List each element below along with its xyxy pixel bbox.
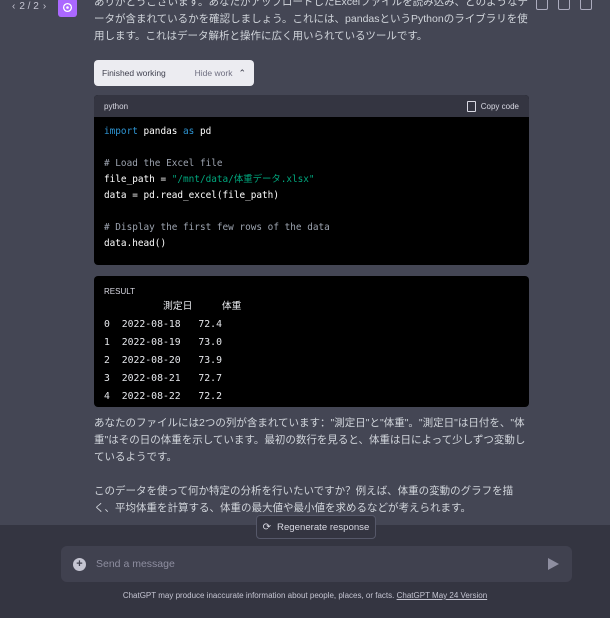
code-language: python [104, 101, 129, 111]
result-row: 3 2022-08-21 72.7 [104, 373, 222, 384]
message-placeholder: Send a message [96, 558, 175, 570]
result-label: RESULT [104, 287, 135, 296]
paragraph-columns: あなたのファイルには2つの列が含まれています："測定日"と"体重"。"測定日"は… [94, 417, 526, 463]
chevron-up-icon: ⌃ [238, 67, 246, 78]
result-row: 0 2022-08-18 72.4 [104, 319, 222, 330]
thumbs-up-icon[interactable] [558, 0, 570, 10]
hide-work-button[interactable]: Hide work ⌃ [195, 68, 246, 79]
code-header: python Copy code [94, 95, 529, 117]
message-actions [536, 0, 592, 10]
result-row: 4 2022-08-22 72.2 [104, 391, 222, 402]
result-row: 1 2022-08-19 73.0 [104, 337, 222, 348]
thumbs-down-icon[interactable] [580, 0, 592, 10]
pager: ‹ 2 / 2 › [12, 1, 46, 12]
finished-working-toggle[interactable]: Finished working Hide work ⌃ [94, 60, 254, 86]
page-indicator: 2 / 2 [19, 1, 39, 12]
plus-icon[interactable]: + [73, 557, 86, 571]
openai-logo-icon [62, 2, 73, 13]
regenerate-button[interactable]: ⟳ Regenerate response [256, 515, 376, 539]
refresh-icon: ⟳ [262, 521, 272, 533]
next-button[interactable]: › [43, 1, 46, 12]
assistant-avatar [58, 0, 77, 17]
clipboard-icon [466, 100, 476, 112]
result-header: 測定日 体重 [104, 301, 242, 312]
assistant-message: ありがとうございます。あなたがアップロードしたExcelファイルを読み込み、どの… [94, 0, 530, 45]
code-block: python Copy code import pandas as pd # L… [94, 95, 529, 265]
send-icon[interactable] [548, 558, 559, 570]
result-block: RESULT 測定日 体重 0 2022-08-18 72.4 1 2022-0… [94, 276, 529, 407]
disclaimer: ChatGPT may produce inaccurate informati… [122, 591, 488, 600]
prev-button[interactable]: ‹ [12, 1, 15, 12]
message-intro: ありがとうございます。あなたがアップロードしたExcelファイルを読み込み、どの… [94, 0, 529, 42]
result-row: 2 2022-08-20 73.9 [104, 355, 222, 366]
working-status: Finished working [102, 68, 166, 78]
result-table: 測定日 体重 0 2022-08-18 72.4 1 2022-08-19 73… [94, 298, 251, 406]
copy-code-button[interactable]: Copy code [466, 100, 519, 112]
version-link[interactable]: ChatGPT May 24 Version [397, 591, 488, 600]
copy-icon[interactable] [536, 0, 548, 10]
code-content: import pandas as pd # Load the Excel fil… [104, 126, 330, 249]
paragraph-suggestions: このデータを使って何か特定の分析を行いたいですか？例えば、体重の変動のグラフを描… [94, 485, 514, 514]
message-input[interactable]: + Send a message [61, 546, 572, 582]
